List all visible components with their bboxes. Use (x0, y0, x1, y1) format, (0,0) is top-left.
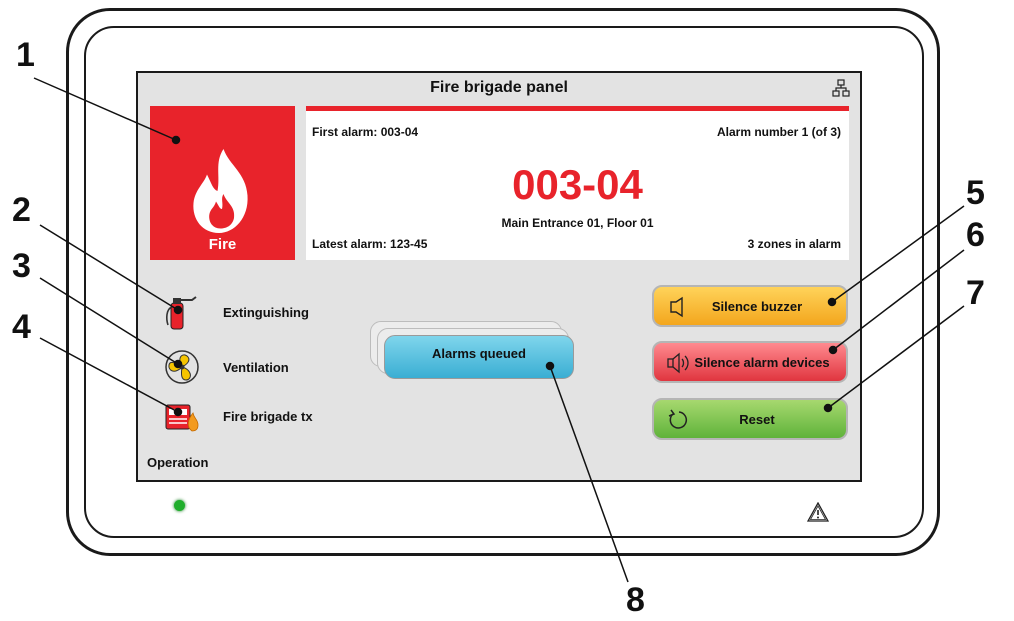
warning-icon (807, 502, 829, 522)
alarm-info-panel: First alarm: 003-04 Alarm number 1 (of 3… (306, 106, 849, 260)
silence-buzzer-button[interactable]: Silence buzzer (652, 285, 848, 327)
status-fire-brigade-tx-label: Fire brigade tx (223, 409, 313, 424)
silence-buzzer-label: Silence buzzer (711, 299, 803, 314)
silence-alarm-devices-label: Silence alarm devices (694, 355, 830, 370)
callout-1: 1 (16, 36, 35, 74)
reset-label: Reset (739, 412, 775, 427)
alarm-location: Main Entrance 01, Floor 01 (501, 216, 654, 230)
callout-3: 3 (12, 247, 31, 285)
status-fire-brigade-tx: Fire brigade tx (162, 397, 342, 435)
fire-extinguisher-icon (166, 296, 197, 330)
fan-icon (165, 350, 199, 384)
fire-label: Fire (208, 236, 237, 253)
status-extinguishing: Extinguishing (162, 293, 342, 331)
power-led (174, 500, 185, 511)
latest-alarm: Latest alarm: 123-45 (312, 237, 428, 251)
operation-label: Operation (147, 455, 209, 470)
alarms-queued-stack[interactable]: Alarms queued (370, 321, 575, 383)
status-ventilation-label: Ventilation (223, 360, 289, 375)
silence-alarm-devices-button[interactable]: Silence alarm devices (652, 341, 848, 383)
flame-icon (193, 149, 248, 233)
fire-truck-icon (165, 404, 199, 432)
callout-4: 4 (12, 308, 31, 346)
network-icon (832, 79, 850, 97)
status-ventilation: Ventilation (162, 348, 342, 386)
display-screen: Fire brigade panel Fire First alarm: 003… (136, 71, 862, 482)
fire-status-tile: Fire (150, 106, 295, 260)
callout-7: 7 (966, 274, 985, 312)
callout-5: 5 (966, 174, 985, 212)
alarm-bar (306, 106, 849, 111)
reset-button[interactable]: Reset (652, 398, 848, 440)
alarms-queued-button[interactable]: Alarms queued (384, 335, 574, 379)
panel-title: Fire brigade panel (430, 79, 568, 96)
zones-in-alarm: 3 zones in alarm (747, 237, 841, 251)
callout-6: 6 (966, 216, 985, 254)
alarms-queued-label: Alarms queued (432, 345, 526, 361)
callout-8: 8 (626, 581, 645, 619)
status-extinguishing-label: Extinguishing (223, 305, 309, 320)
alarm-number: Alarm number 1 (of 3) (716, 125, 841, 139)
alarm-code: 003-04 (512, 161, 643, 208)
first-alarm: First alarm: 003-04 (312, 125, 419, 139)
callout-2: 2 (12, 191, 31, 229)
